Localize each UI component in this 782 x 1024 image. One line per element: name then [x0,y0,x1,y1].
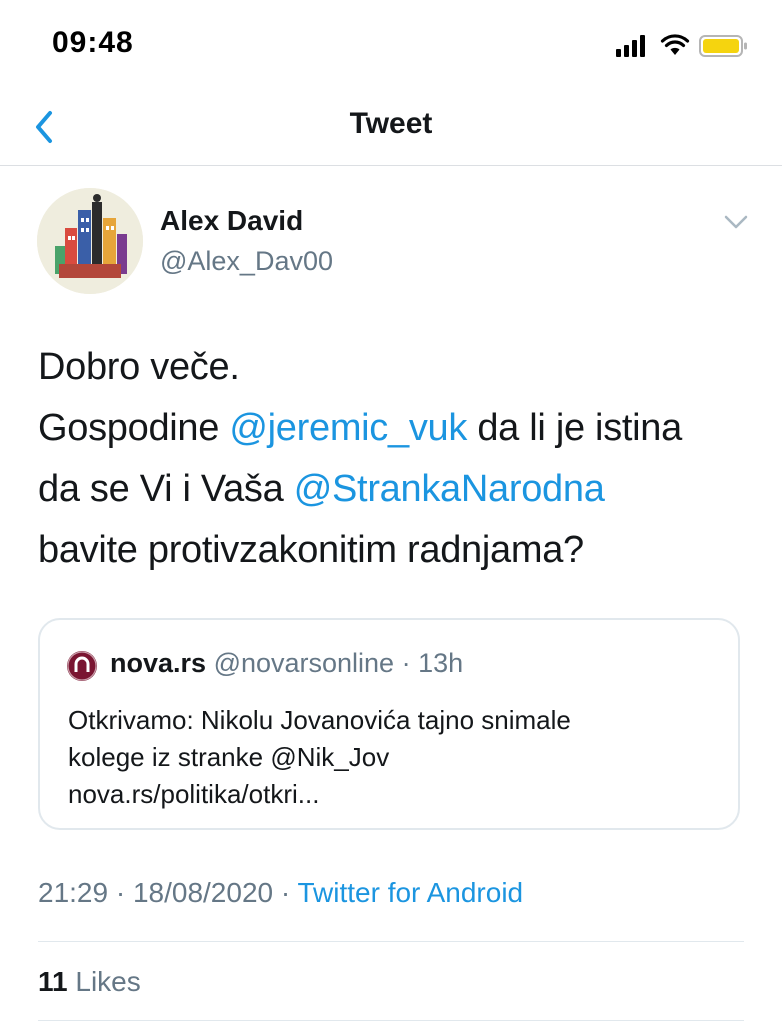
tweet-text-segment: da li je istina [467,407,682,449]
tweet-timestamp: 21:29 · 18/08/2020 · [38,877,298,908]
likes-number: 11 [38,966,68,997]
page-title: Tweet [349,107,433,140]
divider [38,941,744,942]
status-bar: 09:48 [0,0,782,95]
tweet-text: Dobro veče. Gospodine @jeremic_vuk da li… [38,337,758,581]
tweet-text-segment: da se Vi i Vaša [38,468,294,510]
avatar[interactable] [37,188,143,294]
status-time: 09:48 [52,26,134,59]
mention-link-stranka-narodna[interactable]: @StrankaNarodna [294,468,605,510]
tweet-text-segment: Gospodine [38,407,230,449]
signal-icon [616,35,645,57]
tweet-line: Dobro veče. [38,337,758,398]
quoted-text-line: Otkrivamo: Nikolu Jovanovića tajno snima… [68,705,571,735]
tweet-line: Gospodine @jeremic_vuk da li je istina [38,398,758,459]
quoted-text-line: kolege iz stranke @Nik_Jov [68,742,390,772]
mention-link-jeremic-vuk[interactable]: @jeremic_vuk [229,407,467,449]
quoted-author-name: nova.rs [110,648,207,678]
tweet-text-segment: bavite protivzakonitim radnjama? [38,529,584,571]
nav-header: Tweet [0,95,782,166]
likes-count[interactable]: 11 Likes [38,966,141,998]
tweet-meta: 21:29 · 18/08/2020 · Twitter for Android [38,877,523,909]
author-handle[interactable]: @Alex_Dav00 [160,246,333,277]
likes-label: Likes [67,966,141,997]
quoted-tweet-header: nova.rs @novarsonline · 13h [110,648,463,679]
wifi-icon [660,34,690,55]
tweet-line: da se Vi i Vaša @StrankaNarodna [38,459,758,520]
tweet-line: bavite protivzakonitim radnjama? [38,520,758,581]
nova-logo-icon [67,651,97,681]
quoted-author-handle: @novarsonline [213,648,395,678]
tweet-source-link[interactable]: Twitter for Android [297,877,523,908]
divider [38,1020,744,1021]
quoted-tweet-time: · 13h [394,648,464,678]
chevron-down-icon[interactable] [722,212,750,232]
battery-icon [699,35,747,57]
quoted-tweet-text: Otkrivamo: Nikolu Jovanovića tajno snima… [68,702,571,813]
author-name[interactable]: Alex David [160,205,303,237]
quoted-tweet-card[interactable]: nova.rs @novarsonline · 13h Otkrivamo: N… [38,618,740,830]
quoted-text-line: nova.rs/politika/otkri... [68,779,320,809]
tweet-text-segment: Dobro veče. [38,346,240,388]
avatar-illustration-icon [37,188,143,294]
